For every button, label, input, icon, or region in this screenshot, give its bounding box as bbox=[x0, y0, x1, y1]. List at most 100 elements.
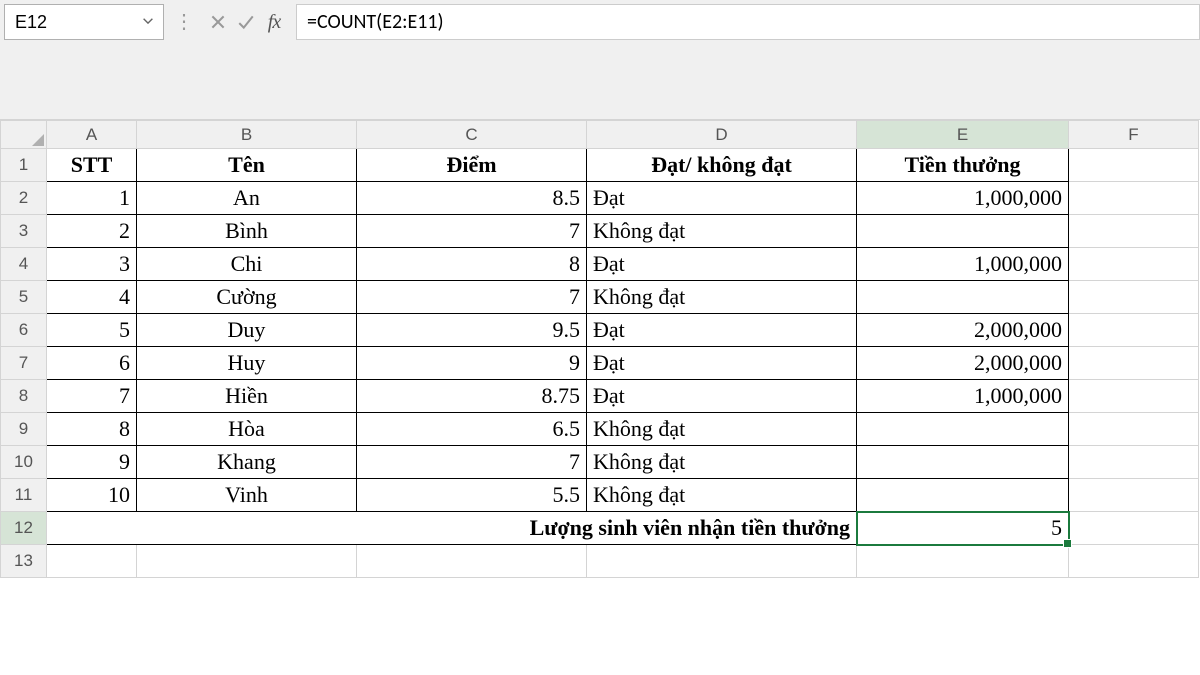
cell-tien[interactable]: 2,000,000 bbox=[857, 314, 1069, 347]
cell[interactable] bbox=[1069, 512, 1199, 545]
cell-stt[interactable]: 1 bbox=[47, 182, 137, 215]
col-header-C[interactable]: C bbox=[357, 121, 587, 149]
cell-stt[interactable]: 3 bbox=[47, 248, 137, 281]
cell-stt[interactable]: 7 bbox=[47, 380, 137, 413]
cell-dat[interactable]: Đạt bbox=[587, 182, 857, 215]
cell-ten[interactable]: An bbox=[137, 182, 357, 215]
cell-diem[interactable]: 9 bbox=[357, 347, 587, 380]
enter-icon[interactable] bbox=[232, 4, 260, 40]
cell-stt[interactable]: 4 bbox=[47, 281, 137, 314]
cell-ten[interactable]: Cường bbox=[137, 281, 357, 314]
row-header[interactable]: 12 bbox=[1, 512, 47, 545]
cell[interactable] bbox=[1069, 314, 1199, 347]
summary-label[interactable]: Lượng sinh viên nhận tiền thưởng bbox=[47, 512, 857, 545]
row-header[interactable]: 7 bbox=[1, 347, 47, 380]
cancel-icon[interactable] bbox=[204, 4, 232, 40]
cell[interactable] bbox=[47, 545, 137, 578]
cell-tien[interactable]: 2,000,000 bbox=[857, 347, 1069, 380]
cell-ten[interactable]: Khang bbox=[137, 446, 357, 479]
cell[interactable] bbox=[1069, 215, 1199, 248]
col-header-E[interactable]: E bbox=[857, 121, 1069, 149]
cell-stt[interactable]: 10 bbox=[47, 479, 137, 512]
summary-value[interactable]: 5 bbox=[857, 512, 1069, 545]
cell[interactable] bbox=[1069, 413, 1199, 446]
cell-ten[interactable]: Bình bbox=[137, 215, 357, 248]
row-header[interactable]: 8 bbox=[1, 380, 47, 413]
cell-dat[interactable]: Đạt bbox=[587, 380, 857, 413]
cell-dat[interactable]: Đạt bbox=[587, 347, 857, 380]
cell-diem[interactable]: 7 bbox=[357, 281, 587, 314]
header-dat[interactable]: Đạt/ không đạt bbox=[587, 149, 857, 182]
fx-icon[interactable]: fx bbox=[260, 4, 288, 40]
cell-dat[interactable]: Không đạt bbox=[587, 479, 857, 512]
cell-tien[interactable]: 1,000,000 bbox=[857, 380, 1069, 413]
cell-diem[interactable]: 7 bbox=[357, 215, 587, 248]
cell-diem[interactable]: 6.5 bbox=[357, 413, 587, 446]
cell[interactable] bbox=[1069, 248, 1199, 281]
cell-diem[interactable]: 8.75 bbox=[357, 380, 587, 413]
cell-stt[interactable]: 8 bbox=[47, 413, 137, 446]
row-header[interactable]: 10 bbox=[1, 446, 47, 479]
cell-diem[interactable]: 9.5 bbox=[357, 314, 587, 347]
row-header[interactable]: 11 bbox=[1, 479, 47, 512]
cell-dat[interactable]: Không đạt bbox=[587, 446, 857, 479]
cell-dat[interactable]: Không đạt bbox=[587, 281, 857, 314]
header-tien[interactable]: Tiền thưởng bbox=[857, 149, 1069, 182]
cell-diem[interactable]: 7 bbox=[357, 446, 587, 479]
col-header-D[interactable]: D bbox=[587, 121, 857, 149]
row-header[interactable]: 3 bbox=[1, 215, 47, 248]
cell-ten[interactable]: Vinh bbox=[137, 479, 357, 512]
cell[interactable] bbox=[1069, 182, 1199, 215]
header-ten[interactable]: Tên bbox=[137, 149, 357, 182]
cell-ten[interactable]: Chi bbox=[137, 248, 357, 281]
cell[interactable] bbox=[1069, 380, 1199, 413]
row-header[interactable]: 13 bbox=[1, 545, 47, 578]
spreadsheet-grid[interactable]: A B C D E F 1 STT Tên Điểm Đạt/ không đạ… bbox=[0, 120, 1200, 578]
col-header-B[interactable]: B bbox=[137, 121, 357, 149]
row-header[interactable]: 4 bbox=[1, 248, 47, 281]
col-header-A[interactable]: A bbox=[47, 121, 137, 149]
cell-dat[interactable]: Không đạt bbox=[587, 413, 857, 446]
cell-ten[interactable]: Hiền bbox=[137, 380, 357, 413]
cell-tien[interactable] bbox=[857, 446, 1069, 479]
cell-diem[interactable]: 8.5 bbox=[357, 182, 587, 215]
cell-dat[interactable]: Đạt bbox=[587, 314, 857, 347]
name-box[interactable]: E12 bbox=[4, 4, 164, 40]
cell[interactable] bbox=[1069, 446, 1199, 479]
row-header[interactable]: 9 bbox=[1, 413, 47, 446]
cell-ten[interactable]: Hòa bbox=[137, 413, 357, 446]
cell-ten[interactable]: Huy bbox=[137, 347, 357, 380]
cell[interactable] bbox=[857, 545, 1069, 578]
cell[interactable] bbox=[1069, 281, 1199, 314]
cell-tien[interactable] bbox=[857, 413, 1069, 446]
cell-stt[interactable]: 6 bbox=[47, 347, 137, 380]
cell-tien[interactable] bbox=[857, 479, 1069, 512]
header-diem[interactable]: Điểm bbox=[357, 149, 587, 182]
cell-tien[interactable]: 1,000,000 bbox=[857, 182, 1069, 215]
cell[interactable] bbox=[587, 545, 857, 578]
cell-ten[interactable]: Duy bbox=[137, 314, 357, 347]
cell[interactable] bbox=[137, 545, 357, 578]
cell[interactable] bbox=[1069, 479, 1199, 512]
formula-input[interactable]: =COUNT(E2:E11) bbox=[296, 4, 1200, 40]
row-header[interactable]: 6 bbox=[1, 314, 47, 347]
row-header[interactable]: 5 bbox=[1, 281, 47, 314]
col-header-F[interactable]: F bbox=[1069, 121, 1199, 149]
row-header[interactable]: 2 bbox=[1, 182, 47, 215]
cell-tien[interactable] bbox=[857, 215, 1069, 248]
select-all-corner[interactable] bbox=[1, 121, 47, 149]
cell[interactable] bbox=[357, 545, 587, 578]
cell-tien[interactable] bbox=[857, 281, 1069, 314]
cell-dat[interactable]: Không đạt bbox=[587, 215, 857, 248]
cell-dat[interactable]: Đạt bbox=[587, 248, 857, 281]
cell-diem[interactable]: 8 bbox=[357, 248, 587, 281]
cell[interactable] bbox=[1069, 545, 1199, 578]
row-header[interactable]: 1 bbox=[1, 149, 47, 182]
cell-stt[interactable]: 9 bbox=[47, 446, 137, 479]
cell-stt[interactable]: 2 bbox=[47, 215, 137, 248]
cell-stt[interactable]: 5 bbox=[47, 314, 137, 347]
cell-tien[interactable]: 1,000,000 bbox=[857, 248, 1069, 281]
header-stt[interactable]: STT bbox=[47, 149, 137, 182]
cell[interactable] bbox=[1069, 149, 1199, 182]
cell-diem[interactable]: 5.5 bbox=[357, 479, 587, 512]
